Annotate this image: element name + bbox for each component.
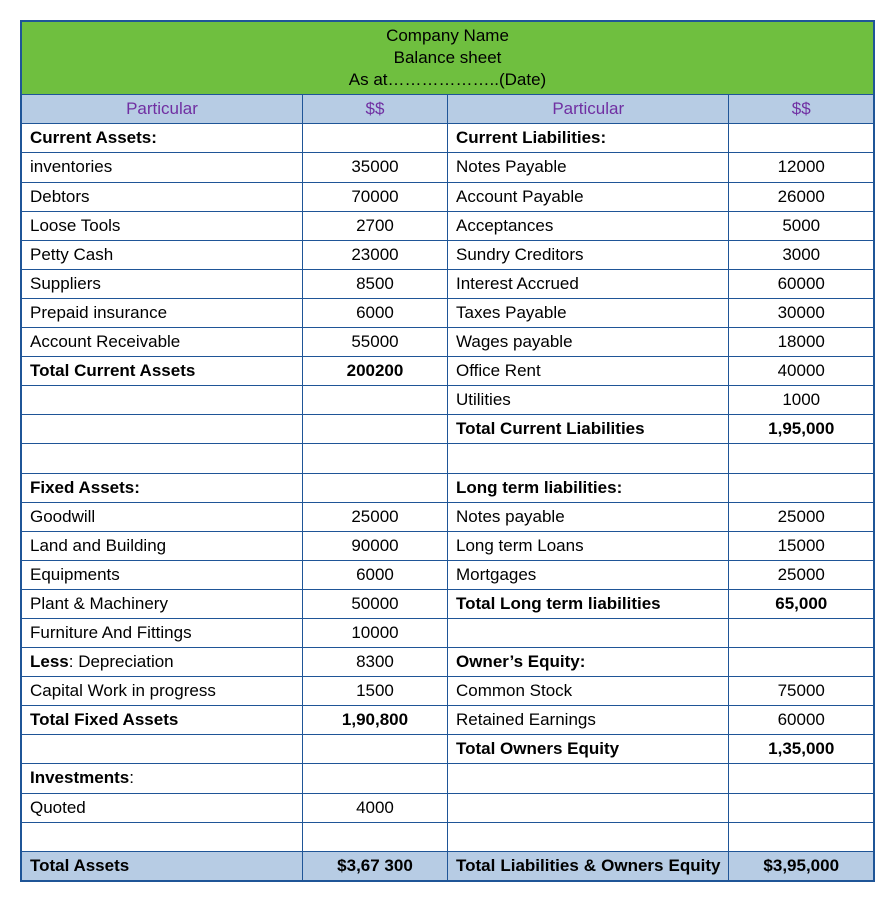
liab-value: 26000 xyxy=(729,182,874,211)
long-term-value: 15000 xyxy=(729,531,874,560)
header-date: As at………………..(Date) xyxy=(30,69,865,91)
long-term-label: Long term Loans xyxy=(447,531,728,560)
current-liab-heading: Current Liabilities: xyxy=(447,124,728,153)
total-owners-equity-value: 1,35,000 xyxy=(729,735,874,764)
liab-label: Sundry Creditors xyxy=(447,240,728,269)
long-term-value: 25000 xyxy=(729,560,874,589)
col-right-particular: Particular xyxy=(447,95,728,124)
equity-value: 75000 xyxy=(729,677,874,706)
asset-value: 6000 xyxy=(302,298,447,327)
liab-value: 3000 xyxy=(729,240,874,269)
asset-label: Suppliers xyxy=(21,269,302,298)
liab-label: Account Payable xyxy=(447,182,728,211)
liab-label: Office Rent xyxy=(447,357,728,386)
liab-value: 30000 xyxy=(729,298,874,327)
asset-value: 55000 xyxy=(302,328,447,357)
asset-value: 35000 xyxy=(302,153,447,182)
asset-value: 2700 xyxy=(302,211,447,240)
fixed-asset-label: Plant & Machinery xyxy=(21,589,302,618)
col-left-particular: Particular xyxy=(21,95,302,124)
asset-label: Loose Tools xyxy=(21,211,302,240)
total-current-liab-value: 1,95,000 xyxy=(729,415,874,444)
equity-label: Retained Earnings xyxy=(447,706,728,735)
less-depreciation-label: Less: Depreciation xyxy=(21,648,302,677)
asset-label: Prepaid insurance xyxy=(21,298,302,327)
investments-heading: Investments: xyxy=(21,764,302,793)
investment-label: Quoted xyxy=(21,793,302,822)
liab-value: 18000 xyxy=(729,328,874,357)
long-term-label: Mortgages xyxy=(447,560,728,589)
cwip-value: 1500 xyxy=(302,677,447,706)
liab-label: Taxes Payable xyxy=(447,298,728,327)
fixed-asset-label: Goodwill xyxy=(21,502,302,531)
col-left-amount: $$ xyxy=(302,95,447,124)
total-long-term-label: Total Long term liabilities xyxy=(447,589,728,618)
total-assets-value: $3,67 300 xyxy=(302,851,447,881)
col-right-amount: $$ xyxy=(729,95,874,124)
investment-value: 4000 xyxy=(302,793,447,822)
fixed-asset-label: Land and Building xyxy=(21,531,302,560)
equity-value: 60000 xyxy=(729,706,874,735)
equity-label: Common Stock xyxy=(447,677,728,706)
fixed-asset-label: Furniture And Fittings xyxy=(21,618,302,647)
fixed-asset-value: 50000 xyxy=(302,589,447,618)
liab-label: Utilities xyxy=(447,386,728,415)
total-current-liab-label: Total Current Liabilities xyxy=(447,415,728,444)
long-term-heading: Long term liabilities: xyxy=(447,473,728,502)
fixed-asset-value: 10000 xyxy=(302,618,447,647)
current-assets-heading: Current Assets: xyxy=(21,124,302,153)
fixed-asset-value: 25000 xyxy=(302,502,447,531)
liab-label: Acceptances xyxy=(447,211,728,240)
asset-label: inventories xyxy=(21,153,302,182)
total-current-assets-label: Total Current Assets xyxy=(21,357,302,386)
total-assets-label: Total Assets xyxy=(21,851,302,881)
asset-value: 8500 xyxy=(302,269,447,298)
cwip-label: Capital Work in progress xyxy=(21,677,302,706)
liab-value: 60000 xyxy=(729,269,874,298)
liab-value: 40000 xyxy=(729,357,874,386)
owners-equity-heading: Owner’s Equity: xyxy=(447,648,728,677)
asset-value: 70000 xyxy=(302,182,447,211)
long-term-value: 25000 xyxy=(729,502,874,531)
fixed-asset-label: Equipments xyxy=(21,560,302,589)
fixed-asset-value: 6000 xyxy=(302,560,447,589)
liab-value: 5000 xyxy=(729,211,874,240)
total-current-assets-value: 200200 xyxy=(302,357,447,386)
sheet-header: Company Name Balance sheet As at………………..… xyxy=(21,21,874,95)
total-liab-equity-value: $3,95,000 xyxy=(729,851,874,881)
liab-value: 1000 xyxy=(729,386,874,415)
total-fixed-assets-label: Total Fixed Assets xyxy=(21,706,302,735)
liab-label: Notes Payable xyxy=(447,153,728,182)
total-owners-equity-label: Total Owners Equity xyxy=(447,735,728,764)
asset-label: Account Receivable xyxy=(21,328,302,357)
asset-label: Petty Cash xyxy=(21,240,302,269)
total-fixed-assets-value: 1,90,800 xyxy=(302,706,447,735)
header-title: Balance sheet xyxy=(30,47,865,69)
fixed-asset-value: 90000 xyxy=(302,531,447,560)
liab-label: Interest Accrued xyxy=(447,269,728,298)
asset-label: Debtors xyxy=(21,182,302,211)
total-liab-equity-label: Total Liabilities & Owners Equity xyxy=(447,851,728,881)
fixed-assets-heading: Fixed Assets: xyxy=(21,473,302,502)
liab-value: 12000 xyxy=(729,153,874,182)
liab-label: Wages payable xyxy=(447,328,728,357)
long-term-label: Notes payable xyxy=(447,502,728,531)
less-depreciation-value: 8300 xyxy=(302,648,447,677)
asset-value: 23000 xyxy=(302,240,447,269)
header-company: Company Name xyxy=(30,25,865,47)
balance-sheet-table: Company Name Balance sheet As at………………..… xyxy=(20,20,875,882)
total-long-term-value: 65,000 xyxy=(729,589,874,618)
